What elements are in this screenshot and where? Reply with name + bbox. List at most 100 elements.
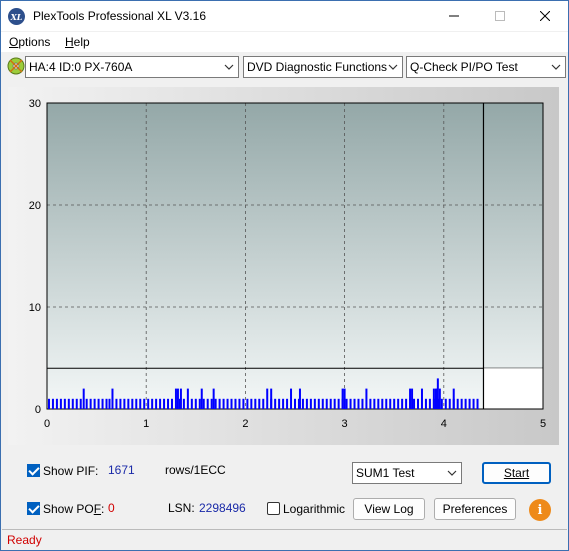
data-bar [246, 398, 249, 409]
y-tick-label: 20 [29, 200, 41, 212]
data-bar [357, 398, 360, 409]
show-pif-checkbox[interactable] [27, 464, 40, 477]
data-bar [409, 388, 412, 409]
data-bar [436, 378, 439, 409]
data-bar [67, 398, 70, 409]
menu-options-label: ptions [18, 35, 51, 49]
menu-help-label: elp [73, 35, 90, 49]
data-bar [79, 398, 82, 409]
data-bar [119, 398, 122, 409]
lsn-value: 2298496 [199, 501, 246, 515]
data-bar [75, 398, 78, 409]
function-select-value: DVD Diagnostic Functions [247, 60, 388, 74]
data-bar [254, 398, 257, 409]
show-pof-label-accel: F [93, 502, 102, 516]
data-bar [222, 398, 225, 409]
data-bar [135, 398, 138, 409]
data-bar [250, 398, 253, 409]
menu-help[interactable]: Help [65, 35, 90, 49]
minimize-icon [449, 15, 459, 17]
data-bar [82, 388, 85, 409]
menu-options[interactable]: Options [9, 35, 50, 49]
data-bar [97, 398, 100, 409]
close-icon [540, 11, 550, 21]
data-bar [413, 398, 416, 409]
start-button-label: Start [503, 466, 530, 480]
menu-bar: Options Help [1, 32, 568, 52]
data-bar [440, 398, 443, 409]
test-select[interactable]: Q-Check PI/PO Test [406, 56, 566, 78]
data-bar [309, 398, 312, 409]
sum-test-value: SUM1 Test [356, 466, 415, 480]
data-bar [361, 398, 364, 409]
logarithmic-checkbox[interactable] [267, 502, 280, 515]
data-bar [432, 388, 435, 409]
y-tick-label: 0 [35, 404, 41, 416]
x-tick-label: 2 [242, 418, 248, 430]
minimize-button[interactable] [431, 1, 477, 31]
show-pif-label: Show PIF: [43, 464, 99, 478]
data-bar [55, 398, 58, 409]
data-bar [123, 398, 126, 409]
data-bar [47, 398, 50, 409]
data-bar [345, 398, 348, 409]
menu-options-accel: O [9, 35, 19, 49]
data-bar [266, 388, 269, 409]
data-bar [290, 388, 293, 409]
logarithmic-label: Logarithmic [283, 502, 346, 516]
drive-select[interactable]: HA:4 ID:0 PX-760A [25, 56, 239, 78]
data-bar [369, 398, 372, 409]
data-bar [127, 398, 130, 409]
data-bar [385, 398, 388, 409]
data-bar [159, 398, 162, 409]
data-bar [174, 388, 177, 409]
data-bar [472, 398, 475, 409]
data-bar [218, 398, 221, 409]
show-pof-checkbox[interactable] [27, 502, 40, 515]
data-bar [230, 398, 233, 409]
data-bar [349, 398, 352, 409]
data-bar [139, 398, 142, 409]
maximize-button[interactable] [477, 1, 523, 31]
data-bar [85, 398, 88, 409]
plot-area [47, 103, 543, 409]
data-bar [59, 398, 62, 409]
data-bar [337, 398, 340, 409]
function-select[interactable]: DVD Diagnostic Functions [243, 56, 403, 78]
data-bar [420, 388, 423, 409]
data-bar [294, 398, 296, 409]
data-bar [438, 388, 441, 409]
x-tick-label: 1 [143, 418, 149, 430]
y-tick-label: 30 [29, 98, 41, 110]
data-bar [182, 398, 185, 409]
preferences-button[interactable]: Preferences [434, 498, 516, 520]
show-pof-label-post: : [101, 502, 105, 516]
data-bar [460, 398, 463, 409]
title-bar[interactable]: XL PlexTools Professional XL V3.16 [1, 1, 568, 31]
show-pof-label-pre: Show PO [43, 502, 94, 516]
show-pof-label: Show POF: [43, 502, 104, 516]
data-bar [401, 398, 404, 409]
sum-test-select[interactable]: SUM1 Test [352, 462, 462, 484]
pif-value: 1671 [108, 463, 135, 477]
data-bar [151, 398, 154, 409]
data-bar [274, 398, 277, 409]
data-bar [424, 398, 427, 409]
data-bar [301, 398, 304, 409]
info-icon[interactable]: i [529, 499, 551, 521]
data-bar [298, 388, 301, 409]
data-bar [202, 398, 205, 409]
data-bar [147, 398, 150, 409]
start-button[interactable]: Start [482, 462, 551, 484]
data-bar [329, 398, 332, 409]
chevron-down-icon [551, 64, 561, 70]
data-bar [238, 398, 241, 409]
close-button[interactable] [522, 1, 568, 31]
view-log-button[interactable]: View Log [353, 498, 425, 520]
data-bar [417, 398, 420, 409]
data-bar [452, 388, 455, 409]
data-bar [373, 398, 376, 409]
data-bar [270, 388, 273, 409]
data-bar [63, 398, 66, 409]
data-bar [206, 398, 209, 409]
